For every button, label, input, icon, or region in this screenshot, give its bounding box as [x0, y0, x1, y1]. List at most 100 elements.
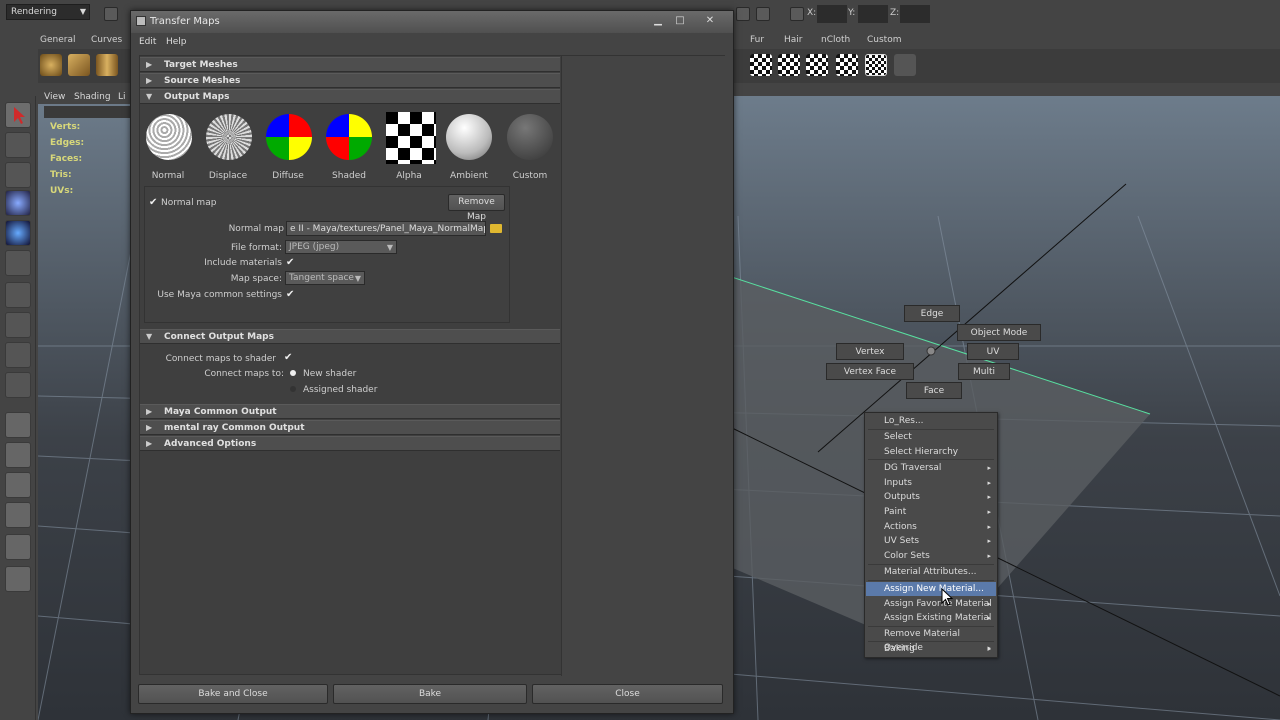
ctx-item-outputs[interactable]: Outputs ▸	[866, 490, 996, 504]
ctx-item-assign-existing-material[interactable]: Assign Existing Material ▸	[866, 611, 996, 625]
ctx-item-uv-sets[interactable]: UV Sets ▸	[866, 534, 996, 548]
show-manipulator-icon[interactable]	[5, 342, 31, 368]
shelf-tab-general[interactable]: General	[35, 32, 80, 48]
checker-shelf-icon-4[interactable]	[836, 54, 858, 76]
shelf-tab-curves[interactable]: Curves	[86, 32, 127, 48]
marking-menu-uv[interactable]: UV	[967, 343, 1019, 360]
lasso-tool-icon[interactable]	[5, 132, 31, 158]
menu-edit[interactable]: Edit	[139, 37, 156, 47]
shelf-tab-fur[interactable]: Fur	[745, 32, 769, 48]
marking-menu-edge[interactable]: Edge	[904, 305, 960, 322]
ipr-icon[interactable]	[756, 7, 770, 21]
custom-map-icon[interactable]	[507, 114, 553, 160]
include-materials-checkbox[interactable]: ✔	[286, 258, 296, 268]
displace-map-icon[interactable]	[206, 114, 252, 160]
section-connect-output-maps[interactable]: ▼ Connect Output Maps	[140, 329, 560, 344]
viewport-menu-view[interactable]: View	[44, 92, 65, 102]
ctx-item-remove-material-override[interactable]: Remove Material Override ▸	[866, 627, 996, 653]
mode-combo[interactable]: Rendering ▼	[6, 4, 90, 20]
marking-menu-multi[interactable]: Multi	[958, 363, 1010, 380]
manipulator-tool-icon[interactable]	[5, 282, 31, 308]
cylinder-shelf-icon[interactable]	[96, 54, 118, 76]
close-button[interactable]: Close	[532, 684, 723, 704]
normal-map-checkbox[interactable]: ✔	[149, 198, 159, 208]
sphere-shelf-icon[interactable]	[40, 54, 62, 76]
dialog-titlebar[interactable]: Transfer Maps	[131, 11, 733, 33]
move-tool-icon[interactable]	[5, 190, 31, 216]
ctx-item-lo-res[interactable]: Lo_Res...	[866, 414, 996, 428]
lamp-shelf-icon[interactable]	[894, 54, 916, 76]
section-target-meshes[interactable]: ▶ Target Meshes	[140, 57, 560, 72]
viewport-menu-shading[interactable]: Shading	[74, 92, 111, 102]
bake-button[interactable]: Bake	[333, 684, 527, 704]
ctx-item-select[interactable]: Select	[866, 430, 996, 444]
z-field[interactable]	[900, 5, 930, 23]
folder-icon[interactable]	[490, 224, 502, 233]
close-window-icon[interactable]: ✕	[702, 14, 718, 28]
single-pane-layout-icon[interactable]	[5, 412, 31, 438]
x-field[interactable]	[817, 5, 847, 23]
map-space-dropdown[interactable]: Tangent space ▼	[285, 271, 365, 285]
transform-input-icon[interactable]	[790, 7, 804, 21]
section-output-maps[interactable]: ▼ Output Maps	[140, 89, 560, 104]
ctx-item-actions[interactable]: Actions ▸	[866, 520, 996, 534]
viewport-menu-lighting[interactable]: Li	[118, 92, 126, 102]
file-icon[interactable]	[104, 7, 118, 21]
render-icon[interactable]	[736, 7, 750, 21]
checker-shelf-icon-2[interactable]	[778, 54, 800, 76]
ctx-item-inputs[interactable]: Inputs ▸	[866, 476, 996, 490]
ctx-item-assign-favorite-material[interactable]: Assign Favorite Material ▸	[866, 597, 996, 611]
shelf-tab-custom[interactable]: Custom	[862, 32, 906, 48]
checker-shelf-icon-3[interactable]	[806, 54, 828, 76]
y-field[interactable]	[858, 5, 888, 23]
shaded-map-icon[interactable]	[326, 114, 372, 160]
uv-layout-icon[interactable]	[5, 566, 31, 592]
normal-map-icon[interactable]	[146, 114, 192, 160]
soft-mod-tool-icon[interactable]	[5, 312, 31, 338]
maximize-icon[interactable]: □	[672, 14, 688, 28]
graph-layout-icon[interactable]	[5, 502, 31, 528]
shelf-tab-hair[interactable]: Hair	[779, 32, 807, 48]
shelf-tab-ncloth[interactable]: nCloth	[816, 32, 855, 48]
ctx-item-select-hierarchy[interactable]: Select Hierarchy	[866, 445, 996, 459]
uv-checker-shelf-icon[interactable]	[865, 54, 887, 76]
bake-and-close-button[interactable]: Bake and Close	[138, 684, 328, 704]
checker-shelf-icon[interactable]	[750, 54, 772, 76]
select-tool-icon[interactable]	[5, 102, 31, 128]
menu-help[interactable]: Help	[166, 37, 187, 47]
ctx-item-baking[interactable]: Baking ▸	[866, 642, 996, 656]
last-tool-icon[interactable]	[5, 372, 31, 398]
use-common-settings-checkbox[interactable]: ✔	[286, 290, 296, 300]
ctx-item-assign-new-material[interactable]: Assign New Material...	[866, 582, 996, 596]
outliner-layout-icon[interactable]	[5, 472, 31, 498]
radio-assigned-shader[interactable]	[290, 386, 296, 392]
scale-tool-icon[interactable]	[5, 250, 31, 276]
four-pane-layout-icon[interactable]	[5, 442, 31, 468]
normal-map-path-field[interactable]: e II - Maya/textures/Panel_Maya_NormalMa…	[286, 221, 486, 236]
ctx-item-color-sets[interactable]: Color Sets ▸	[866, 549, 996, 563]
ambient-map-icon[interactable]	[446, 114, 492, 160]
viewport-icon-bar[interactable]	[44, 106, 130, 118]
alpha-map-icon[interactable]	[386, 112, 436, 164]
cube-shelf-icon[interactable]	[68, 54, 90, 76]
paint-select-tool-icon[interactable]	[5, 162, 31, 188]
hypershade-layout-icon[interactable]	[5, 534, 31, 560]
file-format-dropdown[interactable]: JPEG (jpeg) ▼	[285, 240, 397, 254]
ctx-item-dg-traversal[interactable]: DG Traversal ▸	[866, 461, 996, 475]
rotate-tool-icon[interactable]	[5, 220, 31, 246]
minimize-icon[interactable]: ▁	[650, 14, 666, 28]
section-mental-ray-common-output[interactable]: ▶ mental ray Common Output	[140, 420, 560, 435]
diffuse-map-icon[interactable]	[266, 114, 312, 160]
ctx-item-paint[interactable]: Paint ▸	[866, 505, 996, 519]
marking-menu-face[interactable]: Face	[906, 382, 962, 399]
remove-map-button[interactable]: Remove Map	[448, 194, 505, 222]
marking-menu-vertex[interactable]: Vertex	[836, 343, 904, 360]
marking-menu-vertex-face[interactable]: Vertex Face	[826, 363, 914, 380]
ctx-item-material-attributes[interactable]: Material Attributes...	[866, 565, 996, 579]
section-source-meshes[interactable]: ▶ Source Meshes	[140, 73, 560, 88]
section-maya-common-output[interactable]: ▶ Maya Common Output	[140, 404, 560, 419]
radio-new-shader[interactable]	[290, 370, 296, 376]
marking-menu-object-mode[interactable]: Object Mode	[957, 324, 1041, 341]
connect-maps-checkbox[interactable]: ✔	[284, 353, 294, 363]
section-advanced-options[interactable]: ▶ Advanced Options	[140, 436, 560, 451]
